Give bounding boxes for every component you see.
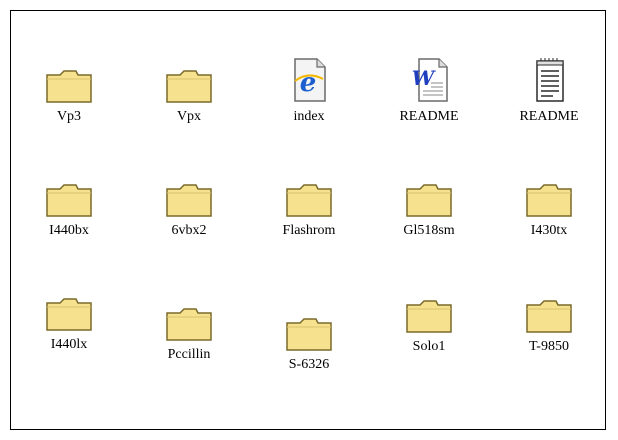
item-label: README xyxy=(399,109,459,124)
folder-icon xyxy=(165,169,213,217)
folder-icon xyxy=(45,169,93,217)
svg-text:e: e xyxy=(300,68,317,98)
item-label: Solo1 xyxy=(412,339,446,354)
folder-item-flashrom[interactable]: Flashrom xyxy=(259,169,359,239)
file-item-readme-doc[interactable]: W README xyxy=(379,55,479,125)
file-item-index[interactable]: e index xyxy=(259,55,359,125)
item-label: Gl518sm xyxy=(403,223,455,238)
ie-document-icon: e xyxy=(285,55,333,103)
folder-icon xyxy=(165,293,213,341)
item-label: I430tx xyxy=(530,223,568,238)
folder-item-solo1[interactable]: Solo1 xyxy=(379,285,479,355)
folder-icon xyxy=(525,285,573,333)
folder-item-vpx[interactable]: Vpx xyxy=(139,55,239,125)
folder-item-t-9850[interactable]: T-9850 xyxy=(499,285,599,355)
folder-icon xyxy=(285,169,333,217)
item-label: 6vbx2 xyxy=(171,223,207,238)
folder-icon xyxy=(45,55,93,103)
notepad-document-icon xyxy=(525,55,573,103)
item-label: S-6326 xyxy=(288,357,330,372)
folder-icon xyxy=(285,303,333,351)
folder-item-pccillin[interactable]: Pccillin xyxy=(139,293,239,363)
item-label: I440bx xyxy=(49,223,89,238)
item-label: I440lx xyxy=(50,337,88,352)
folder-icon xyxy=(525,169,573,217)
word-document-icon: W xyxy=(405,55,453,103)
folder-icon xyxy=(405,285,453,333)
folder-item-i440lx[interactable]: I440lx xyxy=(19,283,119,353)
item-label: T-9850 xyxy=(529,339,569,354)
item-label: index xyxy=(293,109,325,124)
folder-item-i430tx[interactable]: I430tx xyxy=(499,169,599,239)
item-label: Vpx xyxy=(176,109,202,124)
folder-item-i440bx[interactable]: I440bx xyxy=(19,169,119,239)
folder-icon xyxy=(405,169,453,217)
file-item-readme-txt[interactable]: README xyxy=(499,55,599,125)
folder-item-6vbx2[interactable]: 6vbx2 xyxy=(139,169,239,239)
folder-item-vp3[interactable]: Vp3 xyxy=(19,55,119,125)
item-label: Pccillin xyxy=(167,347,211,362)
folder-icon xyxy=(45,283,93,331)
folder-item-s-6326[interactable]: S-6326 xyxy=(259,303,359,373)
folder-icon xyxy=(165,55,213,103)
item-label: README xyxy=(519,109,579,124)
item-label: Vp3 xyxy=(56,109,82,124)
item-label: Flashrom xyxy=(282,223,336,238)
folder-item-gl518sm[interactable]: Gl518sm xyxy=(379,169,479,239)
folder-view: Vp3 Vpx e index W README README I440bx 6… xyxy=(10,10,606,430)
svg-text:W: W xyxy=(412,66,437,90)
